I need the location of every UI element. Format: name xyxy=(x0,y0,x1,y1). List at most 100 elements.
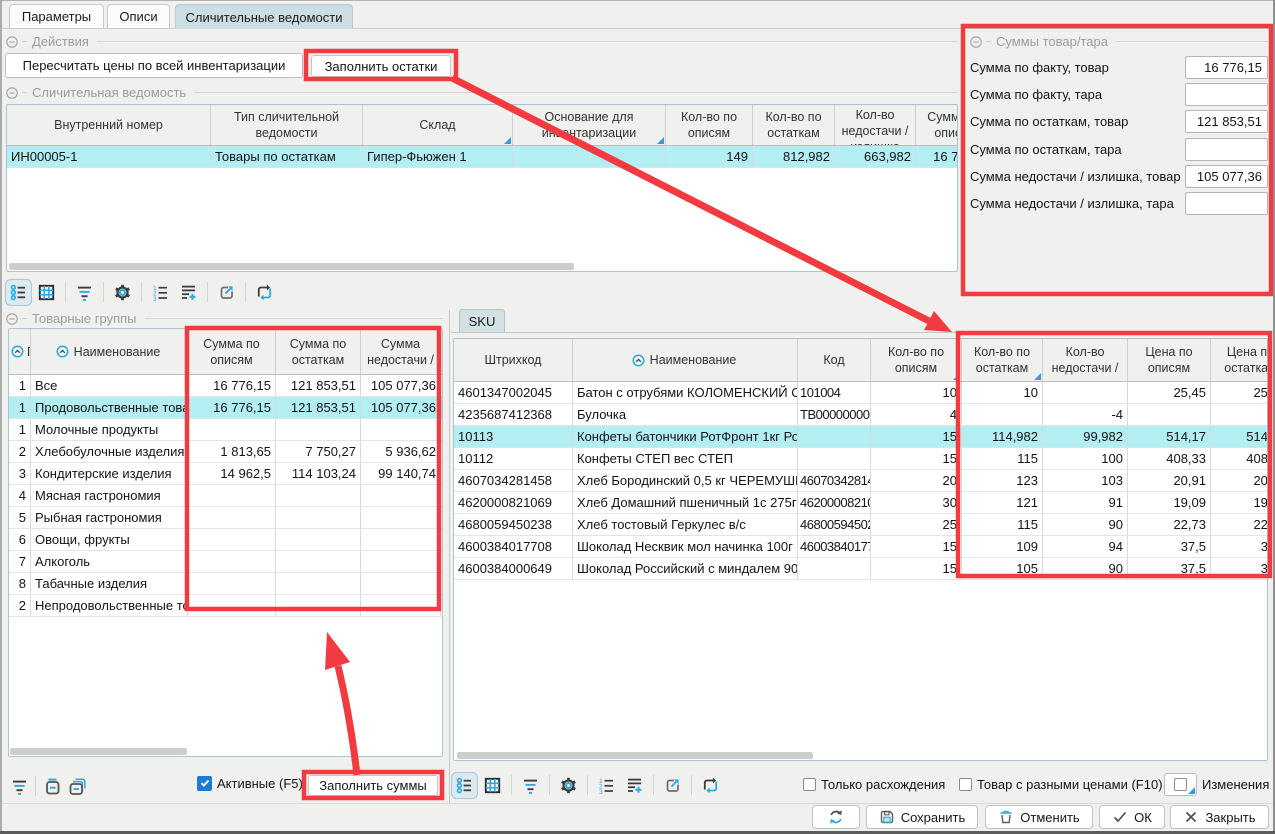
add-rows-icon[interactable] xyxy=(625,776,644,795)
groups-table-row[interactable]: 1 Молочные продукты xyxy=(9,419,442,441)
fill-remainders-button[interactable]: Заполнить остатки xyxy=(311,55,451,77)
tab-sku[interactable]: SKU xyxy=(459,309,505,332)
sku-table-row[interactable]: 4607034281458 Хлеб Бородинский 0,5 кг ЧЕ… xyxy=(454,470,1267,492)
refresh-button[interactable] xyxy=(812,805,860,829)
cell-poryadok: 2 xyxy=(9,441,31,462)
statement-table-row[interactable]: ИН00005-1 Товары по остаткам Гипер-Фьюже… xyxy=(7,146,957,168)
diff-price-checkbox[interactable] xyxy=(959,778,972,791)
sku-table-row[interactable]: 4600384017708 Шоколад Несквик мол начинк… xyxy=(454,536,1267,558)
collapse-group-icon[interactable] xyxy=(6,86,18,98)
column-header-shtrihkod[interactable]: Штрихкод xyxy=(454,339,573,381)
column-header-kolvo-opisyam[interactable]: Кол-во по описям xyxy=(871,339,962,381)
column-header-summa-opisyam[interactable]: Сумма по описям xyxy=(188,329,276,374)
active-checkbox[interactable] xyxy=(197,776,212,791)
sum-nedostacha-tara-input[interactable] xyxy=(1185,192,1268,215)
column-header-naimenovanie[interactable]: Наименование xyxy=(31,329,188,374)
horizontal-scrollbar-thumb[interactable] xyxy=(9,263,574,270)
sku-table-row[interactable]: 4620000821069 Хлеб Домашний пшеничный 1с… xyxy=(454,492,1267,514)
refresh-data-icon[interactable] xyxy=(701,776,720,795)
cell-naimenovanie: Хлебобулочные изделия xyxy=(31,441,188,462)
column-header-summa-nedostachi[interactable]: Сумма недостачи / излишка xyxy=(361,329,441,374)
filter-icon[interactable] xyxy=(10,777,29,796)
cell-naimenovanie: Хлеб тостовый Геркулес в/с xyxy=(573,514,798,535)
recalc-prices-button[interactable]: Пересчитать цены по всей инвентаризации xyxy=(5,53,303,78)
cancel-button[interactable]: Отменить xyxy=(985,805,1093,829)
sum-nedostacha-tara-label: Сумма недостачи / излишка, тара xyxy=(970,192,1174,215)
panel-splitter[interactable] xyxy=(449,310,450,803)
column-header-kod[interactable]: Код xyxy=(798,339,871,381)
cell-extra xyxy=(441,551,443,572)
groups-table-row[interactable]: 7 Алкоголь xyxy=(9,551,442,573)
groups-table-row[interactable]: 1 Все 16 776,15 121 853,51 105 077,36 xyxy=(9,375,442,397)
sum-ostatki-tovar-input[interactable] xyxy=(1185,110,1268,133)
fill-sums-button[interactable]: Заполнить суммы xyxy=(308,775,438,796)
add-rows-icon[interactable] xyxy=(179,283,198,302)
column-header-cena-ostatkam[interactable]: Цена по остаткам xyxy=(1211,339,1267,381)
groups-table-row[interactable]: 2 Хлебобулочные изделия 1 813,65 7 750,2… xyxy=(9,441,442,463)
column-header-summa-opisyam[interactable]: Сумма по описям xyxy=(916,105,957,145)
column-header-kolvo-opisyam[interactable]: Кол-во по описям xyxy=(666,105,753,145)
filter-icon[interactable] xyxy=(521,776,540,795)
open-external-icon[interactable] xyxy=(663,776,682,795)
sum-fact-tara-input[interactable] xyxy=(1185,83,1268,106)
numbered-list-icon[interactable]: 123 xyxy=(151,283,170,302)
sku-table-row[interactable]: 4235687412368 Булочка ТВ0000000001 4 -4 xyxy=(454,404,1267,426)
groups-table-row[interactable]: 2 Непродовольственные товары xyxy=(9,595,442,617)
groups-table-row[interactable]: 6 Овощи, фрукты xyxy=(9,529,442,551)
only-diff-checkbox[interactable] xyxy=(803,778,816,791)
groups-table-row[interactable]: 5 Рыбная гастрономия xyxy=(9,507,442,529)
filter-icon[interactable] xyxy=(75,283,94,302)
column-header-kolvo-nedostachi[interactable]: Кол-во недостачи / излишка xyxy=(835,105,916,145)
sku-table-row[interactable]: 4600384000649 Шоколад Российский с минда… xyxy=(454,558,1267,580)
column-header-kolvo-nedostachi[interactable]: Кол-во недостачи / излишка xyxy=(1043,339,1128,381)
view-grid-icon[interactable] xyxy=(483,776,502,795)
column-header-poryadok[interactable]: П xyxy=(9,329,31,374)
sku-table-row[interactable]: 4601347002045 Батон с отрубями КОЛОМЕНСК… xyxy=(454,382,1267,404)
settings-gear-icon[interactable] xyxy=(113,283,132,302)
column-header-osnovanie[interactable]: Основание для инвентаризации xyxy=(513,105,666,145)
sku-table-row[interactable]: 4680059450238 Хлеб тостовый Геркулес в/с… xyxy=(454,514,1267,536)
view-grid-icon[interactable] xyxy=(37,283,56,302)
column-header-extra[interactable] xyxy=(441,329,442,374)
collapse-row-icon[interactable] xyxy=(43,777,62,796)
view-list-icon[interactable] xyxy=(455,776,474,795)
collapse-all-icon[interactable] xyxy=(68,777,87,796)
tab-parametry[interactable]: Параметры xyxy=(9,4,104,28)
close-button[interactable]: Закрыть xyxy=(1170,805,1269,829)
column-header-kolvo-ostatkam[interactable]: Кол-во по остаткам xyxy=(753,105,835,145)
refresh-data-icon[interactable] xyxy=(255,283,274,302)
cell-cena-ostatkam xyxy=(1211,404,1268,425)
numbered-list-icon[interactable]: 123 xyxy=(597,776,616,795)
groups-table-row[interactable]: 4 Мясная гастрономия xyxy=(9,485,442,507)
changes-dropdown-checkbox[interactable] xyxy=(1164,773,1197,796)
column-header-naimenovanie[interactable]: Наименование xyxy=(573,339,798,381)
save-button[interactable]: Сохранить xyxy=(866,805,978,829)
horizontal-scrollbar-thumb[interactable] xyxy=(457,752,813,759)
horizontal-scrollbar-thumb[interactable] xyxy=(10,748,187,755)
open-external-icon[interactable] xyxy=(217,283,236,302)
settings-gear-icon[interactable] xyxy=(559,776,578,795)
collapse-group-icon[interactable] xyxy=(6,35,18,47)
actions-group-title: Действия xyxy=(32,34,89,49)
column-header-cena-opisyam[interactable]: Цена по описям xyxy=(1128,339,1211,381)
tab-opisi[interactable]: Описи xyxy=(107,4,170,28)
sku-table-row[interactable]: 10113 Конфеты батончики РотФронт 1кг Ро … xyxy=(454,426,1267,448)
groups-table-row[interactable]: 8 Табачные изделия xyxy=(9,573,442,595)
column-header-vnutrenniy-nomer[interactable]: Внутренний номер xyxy=(7,105,211,145)
sum-ostatki-tara-input[interactable] xyxy=(1185,138,1268,161)
collapse-group-icon[interactable] xyxy=(970,35,982,47)
column-header-tip-vedomosti[interactable]: Тип сличительной ведомости xyxy=(211,105,363,145)
tab-slichitelnye-vedomosti[interactable]: Сличительные ведомости xyxy=(175,4,353,29)
column-header-summa-ostatkam[interactable]: Сумма по остаткам xyxy=(276,329,361,374)
groups-table-row[interactable]: 1 Продовольственные товары 16 776,15 121… xyxy=(9,397,442,419)
column-header-sklad[interactable]: Склад xyxy=(363,105,513,145)
sum-nedostacha-tovar-input[interactable] xyxy=(1185,165,1268,188)
view-list-icon[interactable] xyxy=(9,283,28,302)
changes-checkbox[interactable] xyxy=(1174,778,1187,791)
sum-fact-tovar-input[interactable] xyxy=(1185,56,1268,79)
groups-table-row[interactable]: 3 Кондитерские изделия 14 962,5 114 103,… xyxy=(9,463,442,485)
collapse-group-icon[interactable] xyxy=(6,312,18,324)
column-header-kolvo-ostatkam[interactable]: Кол-во по остаткам xyxy=(962,339,1043,381)
ok-button[interactable]: ОК xyxy=(1099,805,1165,829)
sku-table-row[interactable]: 10112 Конфеты СТЕП вес СТЕП 15 115 100 4… xyxy=(454,448,1267,470)
